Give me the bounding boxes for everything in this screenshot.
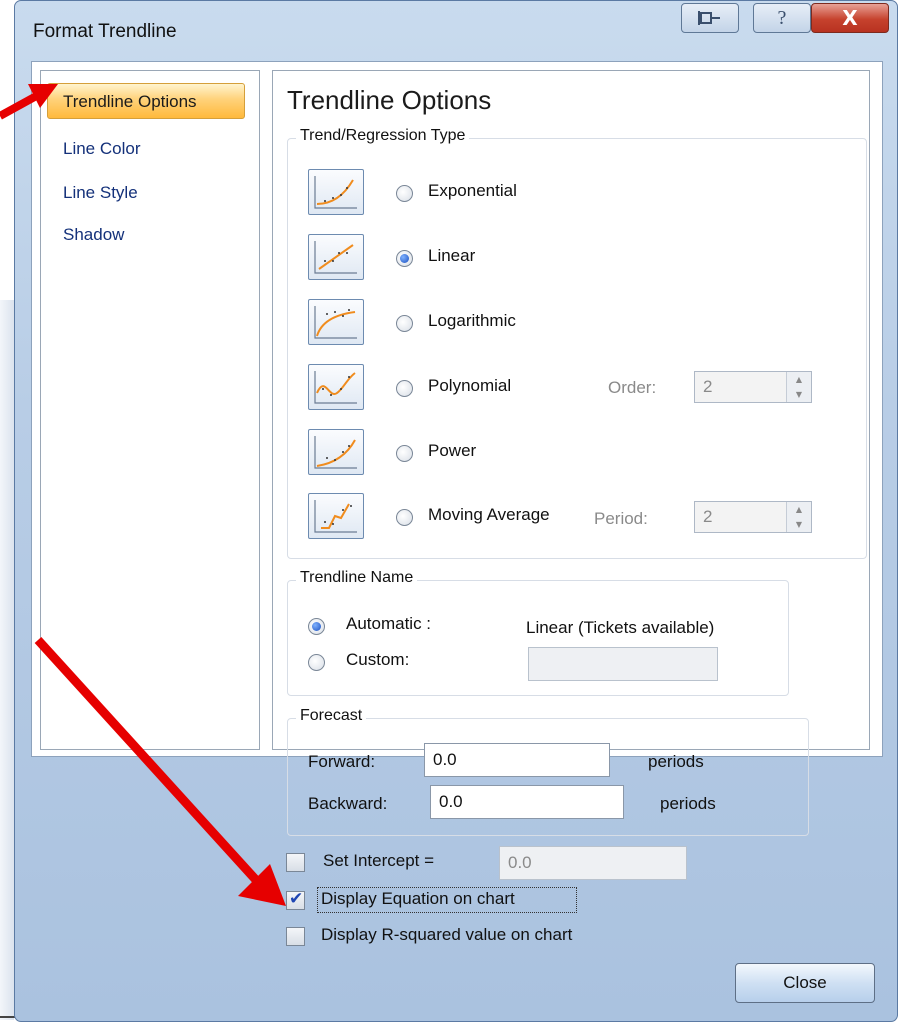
annotation-arrows — [0, 84, 286, 906]
arrow-to-display-equation — [34, 636, 286, 906]
arrow-to-trendline-options — [0, 84, 58, 120]
